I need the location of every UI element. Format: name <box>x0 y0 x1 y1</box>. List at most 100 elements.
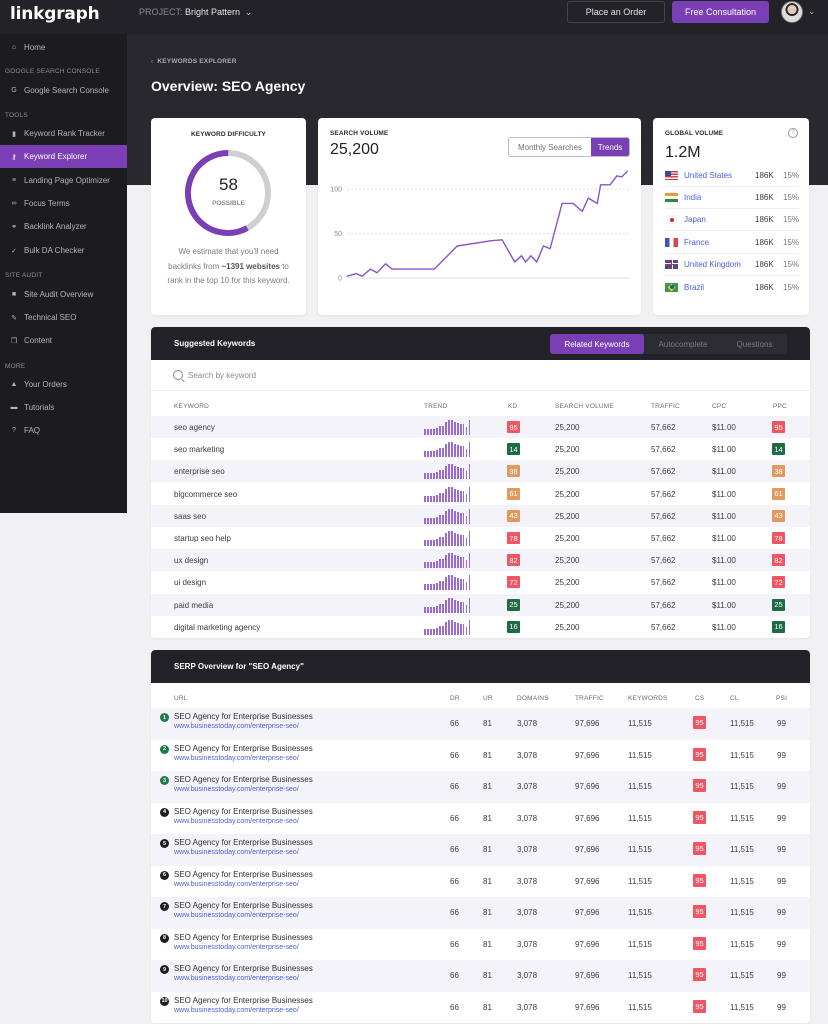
monthly-searches-toggle[interactable]: Monthly Searches <box>509 138 591 156</box>
keyword-row[interactable]: ux design 82 25,200 57,662 $11.00 82 <box>151 549 810 572</box>
chevron-down-icon[interactable]: ⌄ <box>808 6 816 17</box>
keyword-row[interactable]: enterprise seo 38 25,200 57,662 $11.00 3… <box>151 460 810 483</box>
kd-badge: 61 <box>507 487 520 500</box>
keyword-text[interactable]: startup seo help <box>174 534 231 543</box>
country-link[interactable]: India <box>684 193 755 202</box>
tab-questions[interactable]: Questions <box>722 334 787 354</box>
trend-bar <box>441 537 444 546</box>
col-trend[interactable]: TREND <box>424 403 447 410</box>
keyword-text[interactable]: ux design <box>174 556 208 565</box>
country-link[interactable]: Japan <box>684 215 755 224</box>
result-url-link[interactable]: www.businesstoday.com/enterprise-seo/ <box>174 849 299 856</box>
result-url-link[interactable]: www.businesstoday.com/enterprise-seo/ <box>174 755 299 762</box>
country-link[interactable]: France <box>684 238 755 247</box>
keyword-search-input[interactable] <box>188 370 488 380</box>
flag-br-icon <box>665 282 678 292</box>
keyword-text[interactable]: paid media <box>174 601 213 610</box>
trend-bar <box>444 555 447 569</box>
col-keywords[interactable]: KEYWORDS <box>628 695 668 702</box>
trend-bar <box>432 473 435 480</box>
logo[interactable]: linkgraph <box>10 4 128 24</box>
trend-bar <box>426 473 429 480</box>
sidebar-item-focus-terms[interactable]: ∞ Focus Terms <box>0 192 127 215</box>
traffic: 57,662 <box>651 445 676 455</box>
col-dr[interactable]: DR <box>450 695 460 702</box>
col-psi[interactable]: PSI <box>776 695 787 702</box>
sidebar-item-landing-page-optimizer[interactable]: ≡ Landing Page Optimizer <box>0 169 127 192</box>
project-selector[interactable]: PROJECT: Bright Pattern ⌄ <box>139 7 252 18</box>
col-cl[interactable]: CL <box>730 695 739 702</box>
keyword-text[interactable]: saas seo <box>174 512 206 521</box>
col-url[interactable]: URL <box>174 695 188 702</box>
keyword-row[interactable]: ui design 72 25,200 57,662 $11.00 72 <box>151 571 810 593</box>
country-link[interactable]: United Kingdom <box>684 260 755 269</box>
keyword-row[interactable]: startup seo help 78 25,200 57,662 $11.00… <box>151 527 810 549</box>
keyword-row[interactable]: saas seo 43 25,200 57,662 $11.00 43 <box>151 504 810 527</box>
keyword-text[interactable]: enterprise seo <box>174 467 225 476</box>
keyword-text[interactable]: bigcommerce seo <box>174 490 237 499</box>
psi-value: 99 <box>777 876 786 886</box>
result-url-link[interactable]: www.businesstoday.com/enterprise-seo/ <box>174 975 299 982</box>
result-url-link[interactable]: www.businesstoday.com/enterprise-seo/ <box>174 786 299 793</box>
sidebar-item-bulk-da-checker[interactable]: ✓ Bulk DA Checker <box>0 239 127 262</box>
tab-autocomplete[interactable]: Autocomplete <box>644 334 722 354</box>
sidebar-item-tutorials[interactable]: ▬ Tutorials <box>0 396 127 419</box>
place-order-button[interactable]: Place an Order <box>567 1 665 23</box>
search-volume: 25,200 <box>555 445 580 455</box>
sidebar-item-site-audit-overview[interactable]: ■ Site Audit Overview <box>0 283 127 306</box>
free-consultation-button[interactable]: Free Consultation <box>672 1 769 23</box>
data-point <box>581 210 583 212</box>
col-search-volume[interactable]: SEARCH VOLUME <box>555 403 614 410</box>
sidebar-item-faq[interactable]: ? FAQ <box>0 419 127 442</box>
col-ur[interactable]: UR <box>483 695 493 702</box>
result-url-link[interactable]: www.businesstoday.com/enterprise-seo/ <box>174 912 299 919</box>
traffic-value: 97,696 <box>575 908 600 917</box>
keyword-text[interactable]: ui design <box>174 578 206 587</box>
sidebar-item-keyword-rank-tracker[interactable]: ▮ Keyword Rank Tracker <box>0 122 127 145</box>
sidebar-item-home[interactable]: ⌂ Home <box>0 36 127 59</box>
sidebar-item-backlink-analyzer[interactable]: ⚭ Backlink Analyzer <box>0 215 127 238</box>
result-url-link[interactable]: www.businesstoday.com/enterprise-seo/ <box>174 1007 299 1014</box>
col-traffic[interactable]: TRAFFIC <box>651 403 680 410</box>
keyword-text[interactable]: digital marketing agency <box>174 623 260 632</box>
result-title: SEO Agency for Enterprise Businesses <box>174 743 313 753</box>
help-icon[interactable]: ? <box>788 128 798 138</box>
country-link[interactable]: Brazil <box>684 283 755 292</box>
sidebar-item-google-search-console[interactable]: G Google Search Console <box>0 79 127 102</box>
col-traffic[interactable]: TRAFFIC <box>575 695 604 702</box>
col-keyword[interactable]: KEYWORD <box>174 403 209 410</box>
sidebar-item-content[interactable]: ❐ Content <box>0 329 127 352</box>
col-cs[interactable]: CS <box>695 695 704 702</box>
keyword-row[interactable]: paid media 25 25,200 57,662 $11.00 25 <box>151 593 810 616</box>
result-url-link[interactable]: www.businesstoday.com/enterprise-seo/ <box>174 723 299 730</box>
result-url-link[interactable]: www.businesstoday.com/enterprise-seo/ <box>174 818 299 825</box>
keyword-difficulty-label: KEYWORD DIFFICULTY <box>191 131 266 138</box>
keyword-text[interactable]: seo agency <box>174 423 215 432</box>
country-link[interactable]: United States <box>684 171 755 180</box>
result-url-link[interactable]: www.businesstoday.com/enterprise-seo/ <box>174 944 299 951</box>
keyword-row[interactable]: digital marketing agency 16 25,200 57,66… <box>151 616 810 638</box>
avatar[interactable] <box>781 1 803 23</box>
keyword-row[interactable]: seo marketing 14 25,200 57,662 $11.00 14 <box>151 438 810 460</box>
col-kd[interactable]: KD <box>508 403 517 410</box>
cl-value: 11,515 <box>730 845 754 854</box>
data-point <box>376 272 378 274</box>
col-cpc[interactable]: CPC <box>712 403 726 410</box>
breadcrumb[interactable]: ‹ KEYWORDS EXPLORER <box>151 58 237 65</box>
trends-toggle[interactable]: Trends <box>591 138 629 156</box>
keyword-row[interactable]: bigcommerce seo 61 25,200 57,662 $11.00 … <box>151 483 810 505</box>
trend-bar <box>424 562 426 569</box>
sidebar-item-your-orders[interactable]: ▲ Your Orders <box>0 373 127 396</box>
country-volume: 186K <box>755 259 774 269</box>
col-ppc[interactable]: PPC <box>773 403 787 410</box>
keyword-text[interactable]: seo marketing <box>174 445 224 454</box>
col-domains[interactable]: DOMAINS <box>517 695 549 702</box>
tab-related-keywords[interactable]: Related Keywords <box>550 334 644 354</box>
trend-bar <box>441 559 444 569</box>
sidebar-item-keyword-explorer[interactable]: ⚷ Keyword Explorer <box>0 145 127 168</box>
result-url-link[interactable]: www.businesstoday.com/enterprise-seo/ <box>174 881 299 888</box>
trend-bar <box>435 494 438 502</box>
keyword-row[interactable]: seo agency 95 25,200 57,662 $11.00 95 <box>151 416 810 438</box>
trend-bar <box>450 597 453 613</box>
sidebar-item-technical-seo[interactable]: ✎ Technical SEO <box>0 306 127 329</box>
